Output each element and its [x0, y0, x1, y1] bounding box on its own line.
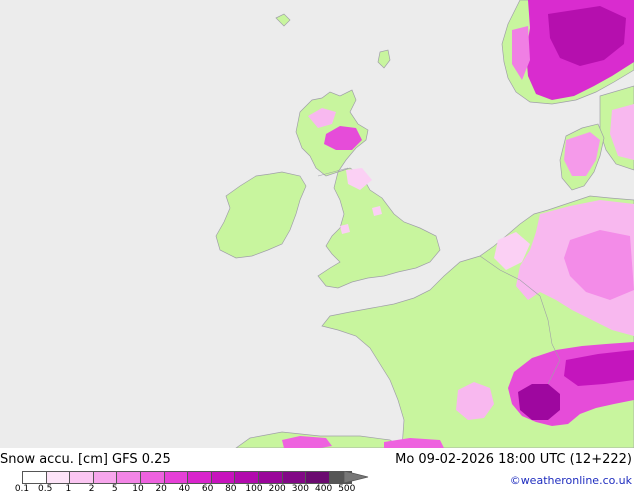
scale-tick-label: 200	[268, 484, 286, 494]
color-scale-legend	[22, 471, 353, 484]
forecast-time: Mo 09-02-2026 18:00 UTC (12+222)	[395, 452, 632, 467]
footer: Snow accu. [cm] GFS 0.25 Mo 09-02-2026 1…	[0, 448, 634, 494]
snow-accumulation-map	[0, 0, 634, 449]
scale-arrow-icon	[344, 471, 369, 484]
scale-tick-label: 5	[111, 484, 118, 494]
map-title: Snow accu. [cm] GFS 0.25	[0, 452, 171, 467]
scale-tick-label: 500	[338, 484, 356, 494]
credit-link[interactable]: ©weatheronline.co.uk	[510, 474, 632, 487]
scale-tick-label: 2	[88, 484, 95, 494]
scale-tick-label: 60	[201, 484, 214, 494]
scale-swatch	[92, 471, 117, 484]
scale-tick-label: 10	[132, 484, 144, 494]
scale-swatch	[257, 471, 282, 484]
scale-tick-label: 100	[245, 484, 263, 494]
scale-tick-label: 0.1	[14, 484, 30, 494]
scale-swatch	[45, 471, 70, 484]
scale-swatch	[163, 471, 188, 484]
scale-swatch	[139, 471, 164, 484]
scale-tick-label: 20	[155, 484, 167, 494]
scale-swatch	[305, 471, 329, 484]
scale-tick-label: 80	[225, 484, 237, 494]
scale-swatch	[22, 471, 46, 484]
scale-swatch	[210, 471, 235, 484]
scale-swatch	[187, 471, 211, 484]
scale-swatch	[281, 471, 306, 484]
scale-swatch	[69, 471, 93, 484]
map-canvas	[0, 0, 634, 449]
scale-tick-label: 400	[315, 484, 333, 494]
scale-swatch	[116, 471, 140, 484]
scale-tick-label: 300	[291, 484, 309, 494]
scale-tick-label: 40	[178, 484, 191, 494]
scale-tick-label: 1	[65, 484, 72, 494]
scale-tick-label: 0.5	[38, 484, 53, 494]
scale-swatch	[234, 471, 258, 484]
